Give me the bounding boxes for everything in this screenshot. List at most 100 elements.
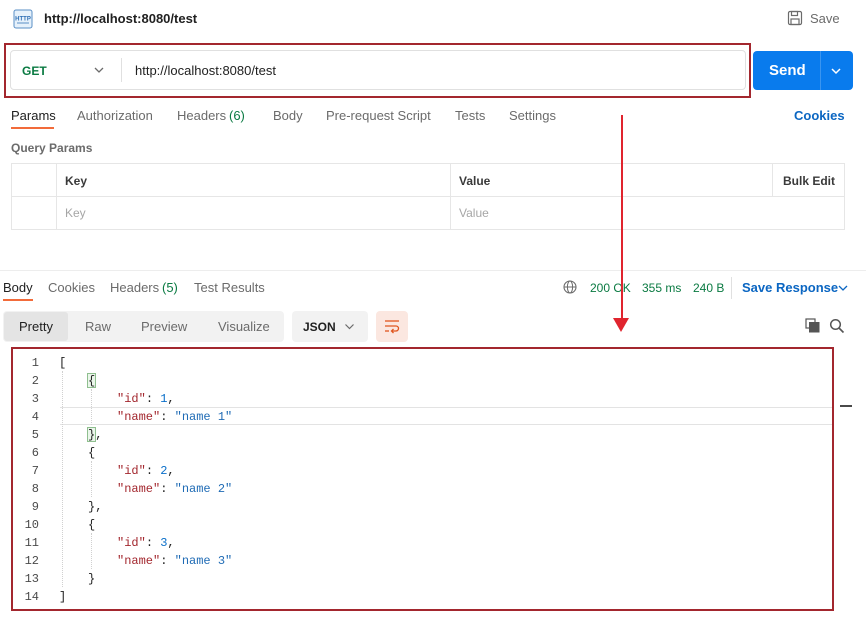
save-button[interactable]: Save	[810, 11, 840, 26]
response-time[interactable]: 355 ms	[642, 281, 681, 295]
tab-pre-request-script[interactable]: Pre-request Script	[326, 108, 431, 123]
line-number: 5	[31, 428, 39, 442]
globe-icon[interactable]	[563, 280, 577, 294]
indent-guide	[91, 461, 92, 497]
tab-params[interactable]: Params	[11, 108, 56, 123]
tab-settings[interactable]: Settings	[509, 108, 556, 123]
code-token: [	[59, 356, 67, 370]
bulk-edit-button[interactable]: Bulk Edit	[783, 174, 835, 188]
headers-count-badge: (6)	[229, 108, 245, 123]
table-column-divider	[450, 164, 451, 229]
url-divider	[121, 58, 122, 82]
method-select[interactable]: GET	[22, 64, 47, 78]
line-number: 7	[31, 464, 39, 478]
json-string: "name 2"	[174, 482, 233, 496]
line-number: 10	[24, 518, 39, 532]
code-line: "id": 1,	[117, 392, 175, 406]
query-params-heading: Query Params	[11, 141, 93, 155]
query-params-table: Key Value Bulk Edit Key Value	[11, 163, 845, 230]
view-pretty[interactable]: Pretty	[19, 319, 53, 334]
table-column-divider	[772, 164, 773, 196]
tab-body[interactable]: Body	[273, 108, 303, 123]
annotation-arrow-line	[621, 115, 623, 320]
search-icon[interactable]	[829, 318, 845, 334]
tab-response-headers[interactable]: Headers	[110, 280, 159, 295]
format-select-value[interactable]: JSON	[303, 320, 336, 334]
active-tab-indicator	[3, 299, 33, 301]
chevron-down-icon[interactable]	[93, 64, 105, 76]
code-token: {	[88, 374, 96, 388]
status-divider	[731, 277, 732, 299]
cookies-link[interactable]: Cookies	[794, 108, 845, 123]
indent-guide	[91, 389, 92, 425]
json-string: "name 3"	[174, 554, 233, 568]
send-button-label[interactable]: Send	[769, 62, 806, 79]
tab-tests[interactable]: Tests	[455, 108, 485, 123]
column-header-key: Key	[65, 174, 88, 188]
scrollbar-marker[interactable]	[840, 405, 852, 407]
json-key: "name"	[117, 410, 161, 424]
line-number: 12	[24, 554, 39, 568]
json-key: "id"	[117, 392, 146, 406]
tab-test-results[interactable]: Test Results	[194, 280, 265, 295]
view-visualize[interactable]: Visualize	[218, 319, 270, 334]
json-key: "id"	[117, 464, 146, 478]
indent-guide	[91, 533, 92, 569]
tab-authorization[interactable]: Authorization	[77, 108, 153, 123]
url-input[interactable]: http://localhost:8080/test	[135, 63, 276, 78]
code-line: "name": "name 2"	[117, 482, 233, 496]
table-column-divider	[56, 164, 57, 229]
key-input[interactable]: Key	[65, 206, 86, 220]
code-line: "name": "name 1"	[117, 410, 233, 424]
code-token: {	[88, 518, 96, 532]
code-line: "name": "name 3"	[117, 554, 233, 568]
tab-headers[interactable]: Headers	[177, 108, 226, 123]
wrap-lines-icon[interactable]	[383, 318, 401, 334]
line-number: 8	[31, 482, 39, 496]
line-number: 13	[24, 572, 39, 586]
value-input[interactable]: Value	[459, 206, 489, 220]
code-token: {	[88, 446, 96, 460]
response-body-highlight-frame	[11, 347, 834, 611]
send-button-divider	[820, 51, 821, 90]
response-headers-count-badge: (5)	[162, 280, 178, 295]
line-number: 4	[31, 410, 39, 424]
chevron-down-icon[interactable]	[344, 321, 355, 332]
request-tab-title: http://localhost:8080/test	[44, 11, 198, 26]
line-number: 11	[24, 536, 39, 550]
tab-response-body[interactable]: Body	[3, 280, 33, 295]
json-key: "id"	[117, 536, 146, 550]
active-tab-indicator	[11, 127, 54, 129]
code-token: },	[88, 500, 103, 514]
indent-guide	[62, 371, 63, 587]
svg-text:HTTP: HTTP	[15, 17, 31, 23]
chevron-down-icon[interactable]	[829, 64, 843, 78]
line-number: 1	[31, 356, 39, 370]
chevron-down-icon[interactable]	[837, 282, 849, 294]
copy-icon[interactable]	[805, 318, 820, 333]
response-size[interactable]: 240 B	[693, 281, 724, 295]
line-number: 2	[31, 374, 39, 388]
response-divider	[0, 270, 866, 271]
http-file-icon: HTTP	[13, 9, 33, 29]
status-code[interactable]: 200 OK	[590, 281, 631, 295]
json-key: "name"	[117, 482, 161, 496]
code-token: },	[88, 428, 103, 442]
column-header-value: Value	[459, 174, 491, 188]
table-row-divider	[12, 196, 844, 197]
tab-response-cookies[interactable]: Cookies	[48, 280, 95, 295]
json-key: "name"	[117, 554, 161, 568]
code-line: "id": 2,	[117, 464, 175, 478]
code-token: }	[88, 572, 96, 586]
view-preview[interactable]: Preview	[141, 319, 187, 334]
json-string: "name 1"	[174, 410, 233, 424]
line-number: 6	[31, 446, 39, 460]
code-line: "id": 3,	[117, 536, 175, 550]
line-number: 3	[31, 392, 39, 406]
save-response-button[interactable]: Save Response	[742, 280, 838, 295]
annotation-arrow-head	[613, 318, 629, 332]
code-token: ]	[59, 590, 67, 604]
view-raw[interactable]: Raw	[85, 319, 111, 334]
line-number: 14	[24, 590, 39, 604]
save-icon[interactable]	[787, 10, 803, 26]
